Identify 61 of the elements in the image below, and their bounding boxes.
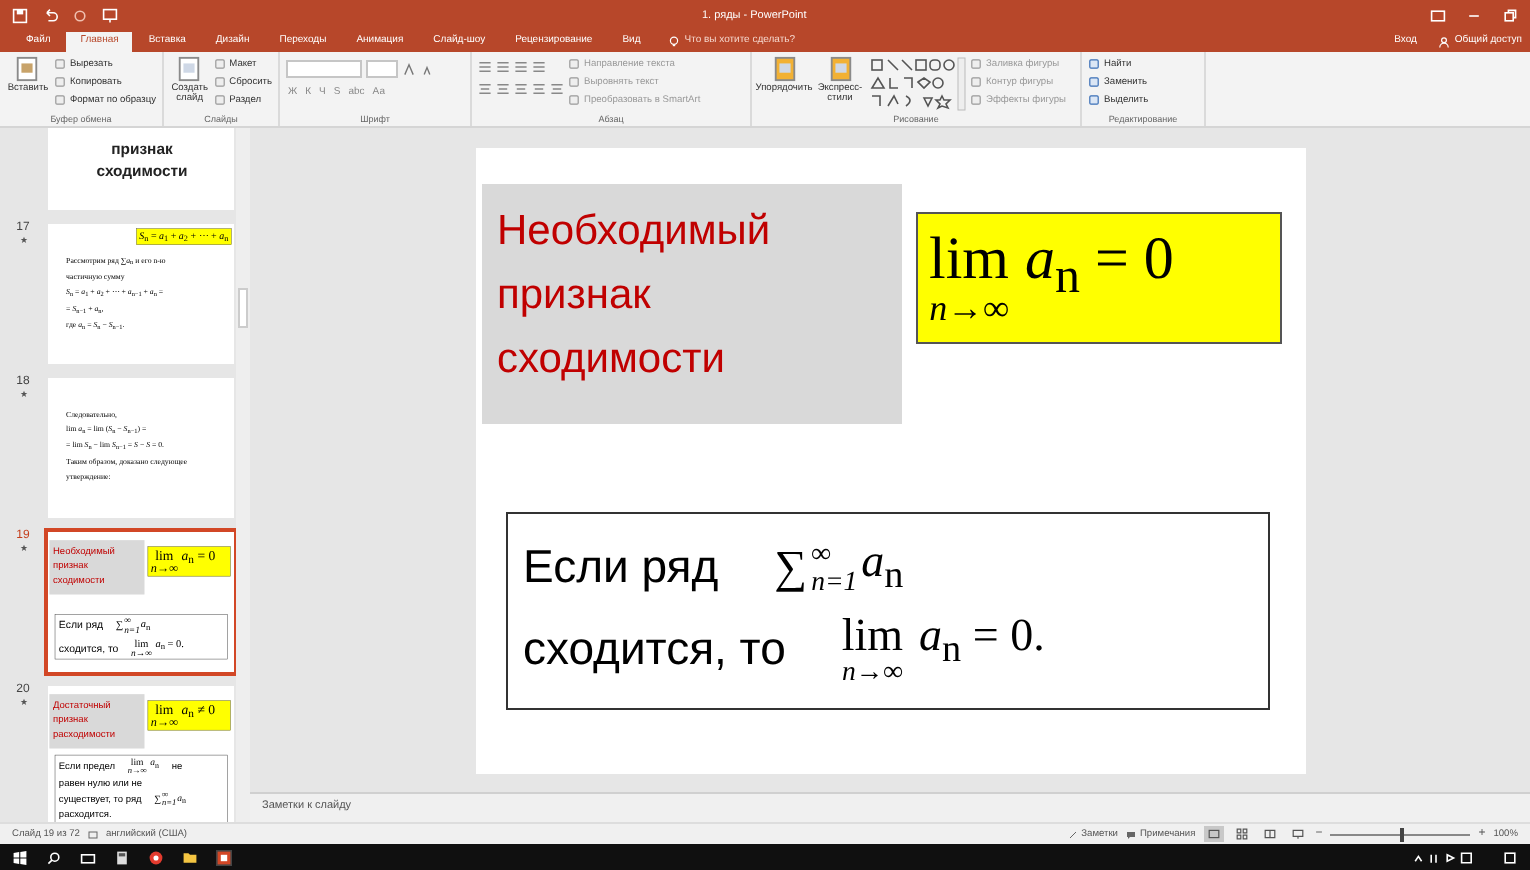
sum-lower-limit: n=1 (811, 567, 858, 595)
document-icon (827, 56, 853, 83)
lim-operator: lim (929, 230, 1010, 291)
grow-font-icon[interactable] (402, 62, 416, 77)
ribbon-display-icon[interactable] (1430, 7, 1446, 24)
animation-star-icon (19, 390, 27, 399)
align-icon[interactable] (550, 82, 564, 97)
slide-title: Необходимый признак сходимости (481, 184, 901, 425)
limit-subscript: n→∞ (841, 657, 903, 686)
lim-operator: lim (841, 611, 904, 658)
list-icon[interactable] (532, 60, 546, 75)
save-icon[interactable] (12, 7, 28, 24)
start-icon[interactable] (12, 849, 28, 866)
zoom-slider-thumb[interactable] (1400, 827, 1405, 842)
font-name-field[interactable] (286, 60, 362, 79)
statement-text: сходится, то (523, 621, 786, 676)
normal-view-icon (1207, 828, 1220, 841)
align-icon[interactable] (532, 82, 546, 97)
sum-upper-limit: ∞ (811, 539, 833, 568)
limit-subscript: n→∞ (929, 290, 1009, 327)
slideshow-icon[interactable] (102, 7, 118, 24)
shrink-font-icon[interactable] (420, 62, 434, 77)
search-icon[interactable] (46, 849, 62, 866)
align-icon[interactable] (514, 82, 528, 97)
spellcheck-icon[interactable] (87, 829, 98, 840)
lightbulb-icon (668, 35, 681, 48)
slide-thumbnail[interactable] (46, 222, 236, 367)
align-icon[interactable] (496, 82, 510, 97)
shapes-gallery-drawing[interactable] (870, 56, 966, 113)
align-icon[interactable] (478, 82, 492, 97)
math-expression: a$_{n}$ = 0. (919, 611, 1045, 670)
animation-star-icon (19, 236, 27, 245)
math-expression: a$_{n}$ (861, 538, 904, 596)
presentation-app-icon[interactable] (216, 849, 232, 866)
grid-view-icon (1235, 828, 1248, 841)
folder-icon[interactable] (182, 849, 198, 866)
list-icon[interactable] (496, 60, 510, 75)
scrollbar-thumb[interactable] (238, 288, 248, 329)
calculator-icon[interactable] (114, 849, 130, 866)
math-expression: a$_{n}$ = 0 (1025, 230, 1174, 303)
browser-icon[interactable] (148, 849, 164, 866)
notification-icon[interactable] (1502, 849, 1518, 866)
restore-icon[interactable] (1502, 7, 1518, 24)
person-icon (1438, 35, 1451, 48)
view-button[interactable] (1287, 826, 1308, 843)
font-size-field[interactable] (366, 60, 398, 79)
book-icon (1263, 828, 1276, 841)
statement-text: Если ряд (523, 540, 719, 595)
view-button[interactable] (1259, 826, 1280, 843)
document-icon (771, 56, 797, 83)
undo-icon[interactable] (42, 7, 58, 24)
animation-star-icon (19, 544, 27, 553)
view-button[interactable] (1231, 826, 1252, 843)
list-icon[interactable] (514, 60, 528, 75)
comment-icon (1125, 829, 1136, 840)
task-view-icon[interactable] (80, 849, 96, 866)
sum-operator: ∑ (774, 541, 808, 594)
animation-star-icon (19, 698, 27, 707)
slideshow-icon (1291, 828, 1304, 841)
view-button[interactable] (1203, 826, 1224, 843)
list-icon[interactable] (478, 60, 492, 75)
